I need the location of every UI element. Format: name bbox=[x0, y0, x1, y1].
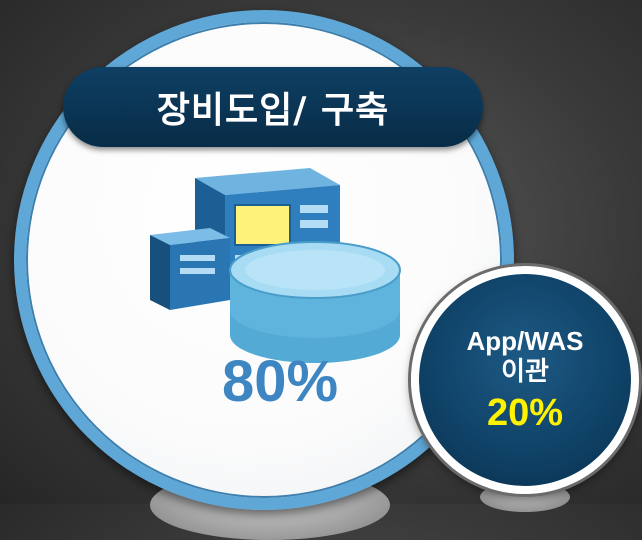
main-title-pill: 장비도입/ 구축 bbox=[63, 67, 483, 147]
side-label-line1: App/WAS bbox=[466, 325, 584, 356]
main-percent: 80% bbox=[221, 349, 339, 414]
server-database-icon bbox=[150, 168, 401, 363]
side-percent: 20% bbox=[486, 391, 564, 434]
side-circle: App/WAS 이관 20% bbox=[411, 266, 639, 494]
side-label-line2: 이관 bbox=[501, 355, 549, 386]
main-title: 장비도입/ 구축 bbox=[156, 90, 390, 131]
